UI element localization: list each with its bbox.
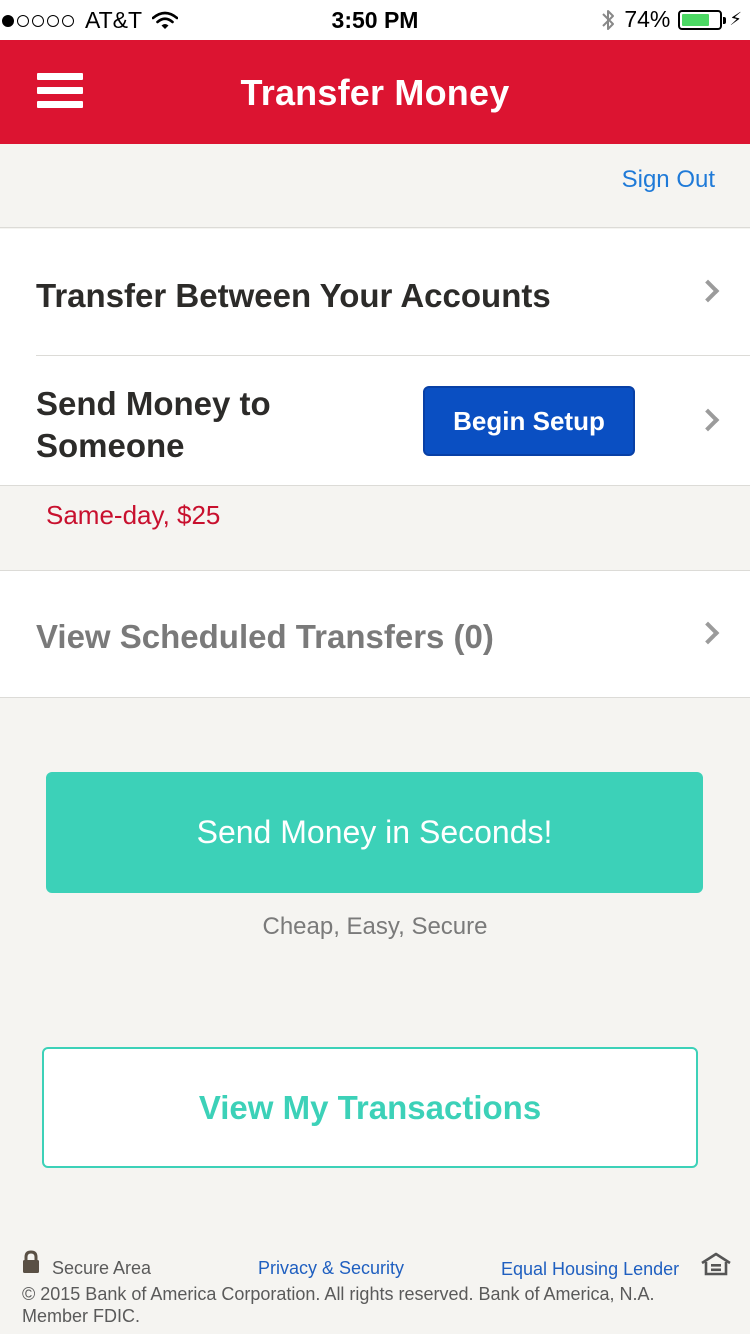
send-money-subtitle: Cheap, Easy, Secure [262,913,488,940]
copyright-text: © 2015 Bank of America Corporation. All … [22,1284,655,1326]
status-right: 74% ⚡ [600,6,742,33]
battery-fill [682,13,709,26]
view-scheduled-transfers-row[interactable]: View Scheduled Transfers (0) [0,570,750,698]
footer: Secure Area Privacy & Security Equal Hou… [0,1240,750,1334]
chevron-right-icon [696,408,720,432]
begin-setup-button[interactable]: Begin Setup [423,386,635,456]
lock-icon [23,1250,39,1273]
charging-icon: ⚡ [729,9,742,29]
view-my-transactions-button[interactable]: View My Transactions [42,1047,698,1168]
chevron-right-icon [696,279,720,303]
send-money-in-seconds-button[interactable]: Send Money in Seconds! [46,772,703,893]
secure-area-label: Secure Area [52,1258,152,1278]
battery-percent: 74% [624,6,671,32]
privacy-security-link[interactable]: Privacy & Security [258,1258,404,1279]
equal-housing-lender-link[interactable]: Equal Housing Lender [501,1259,679,1280]
page-title: Transfer Money [240,72,510,113]
send-money-label: Send Money to Someone [36,385,271,464]
same-day-note: Same-day, $25 [46,500,221,530]
sign-out-link[interactable]: Sign Out [622,166,715,194]
equal-housing-icon [701,1252,731,1276]
bluetooth-icon [602,9,615,30]
transfer-between-accounts-label: Transfer Between Your Accounts [36,277,551,314]
chevron-right-icon [696,621,720,645]
app-header: Transfer Money [0,40,750,144]
status-bar: AT&T 3:50 PM 74% ⚡ [0,0,750,40]
sign-out-bar: Sign Out [0,144,750,228]
transfer-between-accounts-row[interactable]: Transfer Between Your Accounts [0,229,750,356]
send-money-row[interactable]: Send Money to Someone Begin Setup [0,356,750,486]
view-scheduled-transfers-label: View Scheduled Transfers (0) [36,618,494,655]
battery-icon [678,9,727,30]
